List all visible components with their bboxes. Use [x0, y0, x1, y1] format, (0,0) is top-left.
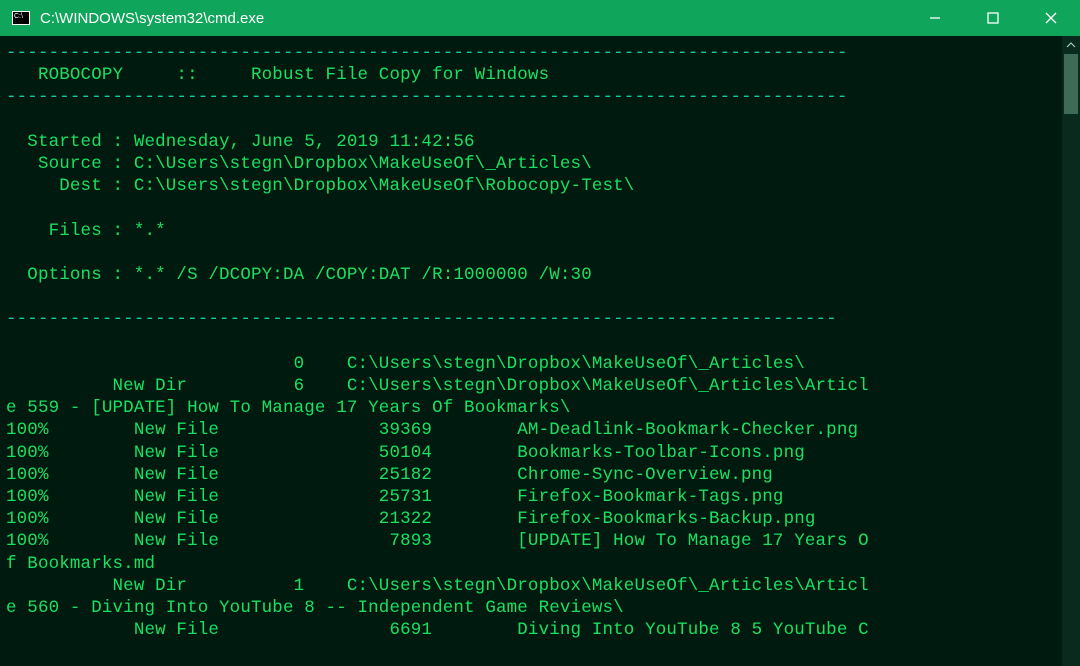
window-title: C:\WINDOWS\system32\cmd.exe — [40, 10, 906, 27]
minimize-button[interactable] — [906, 0, 964, 36]
output-line: 0 C:\Users\stegn\Dropbox\MakeUseOf\_Arti… — [6, 354, 805, 374]
output-line: e 559 - [UPDATE] How To Manage 17 Years … — [6, 398, 571, 418]
maximize-icon — [987, 12, 999, 24]
titlebar[interactable]: C:\WINDOWS\system32\cmd.exe — [0, 0, 1080, 36]
output-line: 100% New File 21322 Firefox-Bookmarks-Ba… — [6, 509, 816, 529]
output-line: 100% New File 39369 AM-Deadlink-Bookmark… — [6, 420, 858, 440]
separator: ----------------------------------------… — [6, 309, 837, 329]
output-line: 100% New File 25731 Firefox-Bookmark-Tag… — [6, 487, 784, 507]
output-line: f Bookmarks.md — [6, 554, 155, 574]
source-line: Source : C:\Users\stegn\Dropbox\MakeUseO… — [6, 154, 592, 174]
output-line: 100% New File 50104 Bookmarks-Toolbar-Ic… — [6, 443, 805, 463]
output-line: e 560 - Diving Into YouTube 8 -- Indepen… — [6, 598, 624, 618]
started-line: Started : Wednesday, June 5, 2019 11:42:… — [6, 132, 475, 152]
maximize-button[interactable] — [964, 0, 1022, 36]
options-line: Options : *.* /S /DCOPY:DA /COPY:DAT /R:… — [6, 265, 592, 285]
output-line: New Dir 6 C:\Users\stegn\Dropbox\MakeUse… — [6, 376, 869, 396]
scroll-up-arrow[interactable] — [1062, 36, 1080, 54]
files-line: Files : *.* — [6, 221, 166, 241]
output-line: New Dir 1 C:\Users\stegn\Dropbox\MakeUse… — [6, 576, 869, 596]
close-button[interactable] — [1022, 0, 1080, 36]
output-line: 100% New File 7893 [UPDATE] How To Manag… — [6, 531, 869, 551]
terminal-area: ----------------------------------------… — [0, 36, 1080, 666]
separator: ----------------------------------------… — [6, 43, 848, 63]
dest-line: Dest : C:\Users\stegn\Dropbox\MakeUseOf\… — [6, 176, 634, 196]
robocopy-header: ROBOCOPY :: Robust File Copy for Windows — [6, 65, 549, 85]
cmd-icon — [12, 11, 30, 25]
output-line: 100% New File 25182 Chrome-Sync-Overview… — [6, 465, 773, 485]
minimize-icon — [929, 12, 941, 24]
scrollbar[interactable] — [1062, 36, 1080, 666]
close-icon — [1045, 12, 1057, 24]
cmd-window: C:\WINDOWS\system32\cmd.exe ------------… — [0, 0, 1080, 666]
separator: ----------------------------------------… — [6, 87, 848, 107]
scroll-thumb[interactable] — [1064, 54, 1078, 114]
terminal-output[interactable]: ----------------------------------------… — [0, 36, 1062, 666]
chevron-up-icon — [1066, 40, 1076, 50]
window-controls — [906, 0, 1080, 36]
output-line: New File 6691 Diving Into YouTube 8 5 Yo… — [6, 620, 869, 640]
